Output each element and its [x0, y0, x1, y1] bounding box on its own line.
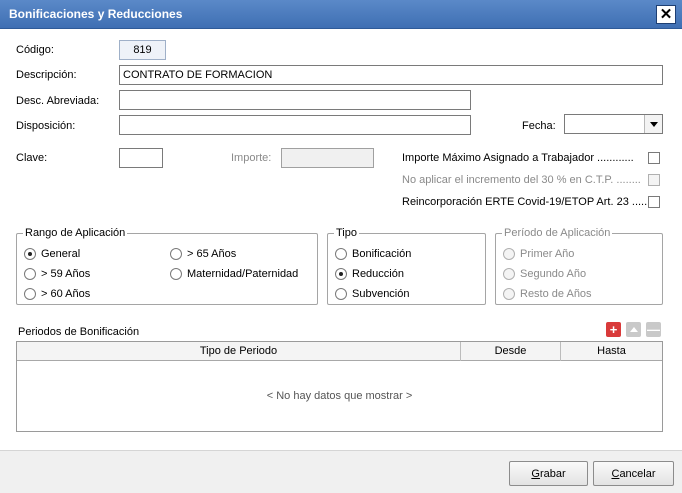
radio-dot	[503, 268, 515, 280]
disposicion-field[interactable]	[119, 115, 471, 135]
radio-label: > 65 Años	[187, 248, 237, 260]
minus-icon: —	[647, 322, 660, 337]
save-label: rabar	[539, 467, 566, 480]
periodo-aplicacion-legend: Período de Aplicación	[504, 227, 611, 239]
radio-mayor-65[interactable]: > 65 Años	[170, 248, 236, 260]
radio-dot	[24, 288, 36, 300]
move-up-button	[626, 322, 641, 337]
add-periodo-button[interactable]: +	[606, 322, 621, 337]
cancel-label: ancelar	[619, 467, 656, 480]
no-aplicar-label: No aplicar el incremento del 30 % en C.T…	[402, 174, 641, 186]
fecha-label: Fecha:	[522, 120, 556, 132]
radio-dot	[335, 248, 347, 260]
descripcion-field[interactable]: CONTRATO DE FORMACION	[119, 65, 663, 85]
empty-message: < No hay datos que mostrar >	[266, 390, 413, 402]
radio-mayor-59[interactable]: > 59 Años	[24, 268, 90, 280]
radio-subvencion[interactable]: Subvención	[335, 288, 410, 300]
importe-label: Importe:	[231, 152, 272, 164]
codigo-field[interactable]: 819	[119, 40, 166, 60]
clave-label: Clave:	[16, 152, 48, 164]
radio-segundo-ano: Segundo Año	[503, 268, 586, 280]
column-tipo-periodo[interactable]: Tipo de Periodo	[17, 342, 460, 361]
reincorporacion-label: Reincorporación ERTE Covid-19/ETOP Art. …	[402, 196, 648, 208]
chevron-down-icon[interactable]	[644, 115, 662, 133]
radio-dot	[335, 288, 347, 300]
clave-field[interactable]	[119, 148, 163, 168]
radio-label: > 59 Años	[41, 268, 91, 280]
radio-label: Segundo Año	[520, 268, 587, 280]
radio-dot	[335, 268, 347, 280]
radio-dot	[24, 248, 36, 260]
radio-label: Maternidad/Paternidad	[187, 268, 299, 280]
radio-reduccion[interactable]: Reducción	[335, 268, 404, 280]
radio-maternidad[interactable]: Maternidad/Paternidad	[170, 268, 298, 280]
radio-dot	[24, 268, 36, 280]
cancel-accel: C	[611, 467, 620, 480]
grid-header: Tipo de Periodo Desde Hasta	[17, 342, 662, 361]
no-aplicar-checkbox	[648, 174, 660, 186]
radio-bonificacion[interactable]: Bonificación	[335, 248, 411, 260]
rango-aplicacion-legend: Rango de Aplicación	[25, 227, 126, 239]
radio-general[interactable]: General	[24, 248, 80, 260]
radio-label: General	[41, 248, 81, 260]
remove-periodo-button: —	[646, 322, 661, 337]
reincorporacion-checkbox[interactable]	[648, 196, 660, 208]
tipo-legend: Tipo	[336, 227, 357, 239]
radio-label: > 60 Años	[41, 288, 91, 300]
footer: Grabar Cancelar	[0, 450, 682, 493]
window-title: Bonificaciones y Reducciones	[9, 7, 183, 21]
descripcion-label: Descripción:	[16, 69, 77, 81]
cancel-button[interactable]: Cancelar	[593, 461, 674, 486]
radio-dot	[503, 248, 515, 260]
radio-primer-ano: Primer Año	[503, 248, 574, 260]
radio-dot	[170, 248, 182, 260]
radio-label: Primer Año	[520, 248, 575, 260]
importe-maximo-label: Importe Máximo Asignado a Trabajador ...…	[402, 152, 634, 164]
title-bar: Bonificaciones y Reducciones ✕	[0, 0, 682, 29]
importe-maximo-checkbox[interactable]	[648, 152, 660, 164]
close-icon: ✕	[659, 6, 673, 23]
radio-resto-anos: Resto de Años	[503, 288, 592, 300]
periodos-grid[interactable]: Tipo de Periodo Desde Hasta < No hay dat…	[16, 341, 663, 432]
radio-label: Subvención	[352, 288, 410, 300]
importe-field	[281, 148, 374, 168]
radio-label: Bonificación	[352, 248, 412, 260]
save-accel: G	[531, 467, 540, 480]
radio-label: Reducción	[352, 268, 404, 280]
codigo-label: Código:	[16, 44, 54, 56]
save-button[interactable]: Grabar	[509, 461, 588, 486]
desc-abreviada-field[interactable]	[119, 90, 471, 110]
radio-dot	[503, 288, 515, 300]
fecha-select[interactable]	[564, 114, 663, 134]
disposicion-label: Disposición:	[16, 120, 76, 132]
desc-abreviada-label: Desc. Abreviada:	[16, 95, 100, 107]
periodos-title: Periodos de Bonificación	[18, 326, 140, 338]
radio-label: Resto de Años	[520, 288, 592, 300]
radio-mayor-60[interactable]: > 60 Años	[24, 288, 90, 300]
column-desde[interactable]: Desde	[460, 342, 560, 361]
column-hasta[interactable]: Hasta	[560, 342, 662, 361]
close-button[interactable]: ✕	[656, 5, 676, 24]
radio-dot	[170, 268, 182, 280]
plus-icon: +	[609, 322, 618, 337]
